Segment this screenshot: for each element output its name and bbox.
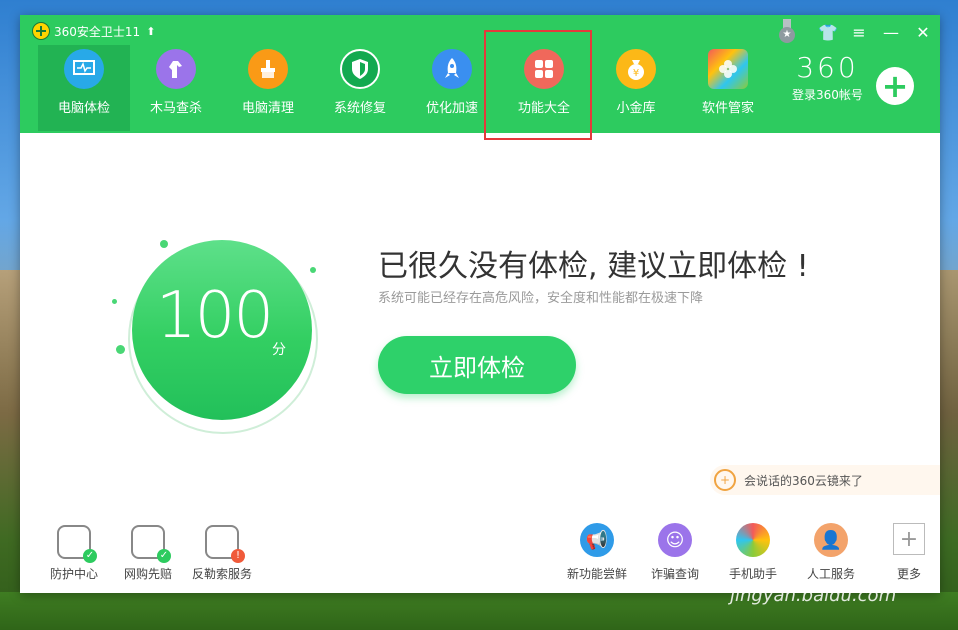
tool-label: 反勒索服务 — [192, 567, 253, 581]
account-area[interactable]: 360 登录360帐号 — [792, 51, 863, 103]
monitor-check-icon — [64, 49, 104, 89]
nav-item-repair[interactable]: 系统修复 — [314, 45, 406, 131]
app-logo-icon — [32, 22, 50, 40]
app-title-bar: 360安全卫士11 ⬆ — [32, 22, 155, 40]
nav-item-pc-check[interactable]: 电脑体检 — [38, 45, 130, 131]
tool-label: 更多 — [896, 567, 921, 581]
shield-icon — [340, 49, 380, 89]
menu-icon[interactable]: ≡ — [850, 23, 868, 42]
phone-flower-icon — [736, 523, 770, 557]
decor-dot — [310, 267, 316, 273]
tool-more[interactable]: + 更多 — [878, 523, 940, 582]
nav-item-trojan[interactable]: 木马查杀 — [130, 45, 222, 131]
money-bag-icon: ¥ — [616, 49, 656, 89]
cloud-tip-banner[interactable]: + 会说话的360云镜来了 — [710, 465, 940, 495]
nav-label: 小金库 — [616, 101, 656, 116]
score-value: 100 — [155, 279, 274, 353]
tool-protection-center[interactable]: ✓ 防护中心 — [44, 525, 104, 582]
decor-dot — [116, 345, 125, 354]
tool-label: 手机助手 — [728, 567, 777, 581]
skin-icon[interactable]: 👕 — [818, 23, 838, 42]
main-nav: 电脑体检 木马查杀 电脑清理 系统修复 优化加速 功能大全 ¥ 小金库 软件管家 — [38, 45, 774, 131]
login-link[interactable]: 登录360帐号 — [792, 86, 863, 103]
shield-alert-icon: ! — [205, 525, 245, 563]
nav-label: 系统修复 — [333, 101, 386, 116]
tool-label: 防护中心 — [49, 567, 98, 581]
tool-label: 网购先赔 — [123, 567, 172, 581]
score-unit: 分 — [272, 342, 286, 358]
check-prompt-title: 已很久没有体检, 建议立即体检 ! — [378, 249, 809, 284]
add-account-button[interactable]: + — [876, 67, 914, 105]
decor-dot — [160, 240, 168, 248]
window-controls: ★ 👕 ≡ — ✕ — [778, 19, 932, 45]
tool-fraud-check[interactable]: ☺ 诈骗查询 — [644, 523, 706, 582]
megaphone-icon: 📢 — [580, 523, 614, 557]
check-now-button[interactable]: 立即体检 — [378, 336, 576, 394]
tool-label: 新功能尝鲜 — [566, 567, 627, 581]
tool-human-service[interactable]: 👤 人工服务 — [800, 523, 862, 582]
nav-item-software[interactable]: 软件管家 — [682, 45, 774, 131]
nav-item-cleanup[interactable]: 电脑清理 — [222, 45, 314, 131]
cloud-tip-text: 会说话的360云镜来了 — [744, 473, 863, 488]
horse-icon — [156, 49, 196, 89]
flower-apps-icon — [708, 49, 748, 89]
shield-check-icon: ✓ — [57, 525, 97, 563]
minimize-icon[interactable]: — — [882, 23, 900, 42]
cart-icon: ✓ — [131, 525, 171, 563]
person-icon: 👤 — [814, 523, 848, 557]
svg-text:¥: ¥ — [633, 68, 639, 79]
rocket-icon — [432, 49, 472, 89]
app-title: 360安全卫士11 — [54, 24, 141, 39]
app-window: 360安全卫士11 ⬆ ★ 👕 ≡ — ✕ 电脑体检 木马查杀 电脑清理 系统修… — [20, 15, 940, 593]
up-arrow-icon[interactable]: ⬆ — [146, 25, 155, 38]
brand-360: 360 — [796, 51, 859, 84]
nav-item-vault[interactable]: ¥ 小金库 — [590, 45, 682, 131]
shield-plus-icon: + — [714, 469, 736, 491]
tool-label: 人工服务 — [806, 567, 855, 581]
tool-label: 诈骗查询 — [650, 567, 699, 581]
nav-label: 软件管家 — [701, 101, 754, 116]
mask-icon: ☺ — [658, 523, 692, 557]
nav-label: 电脑清理 — [241, 101, 294, 116]
tool-new-features[interactable]: 📢 新功能尝鲜 — [566, 523, 628, 582]
close-icon[interactable]: ✕ — [914, 23, 932, 42]
tool-shopping-compensation[interactable]: ✓ 网购先赔 — [118, 525, 178, 582]
medal-icon[interactable]: ★ — [778, 19, 796, 45]
check-prompt-subtitle: 系统可能已经存在高危风险，安全度和性能都在极速下降 — [378, 291, 704, 306]
nav-label: 电脑体检 — [57, 101, 110, 116]
bottom-left-tools: ✓ 防护中心 ✓ 网购先赔 ! 反勒索服务 — [44, 525, 252, 582]
tool-phone-assistant[interactable]: 手机助手 — [722, 523, 784, 582]
broom-icon — [248, 49, 288, 89]
nav-label: 优化加速 — [425, 101, 478, 116]
bottom-right-tools: 📢 新功能尝鲜 ☺ 诈骗查询 手机助手 👤 人工服务 + 更多 — [566, 523, 940, 582]
plus-icon: + — [893, 523, 925, 555]
decor-dot — [112, 299, 117, 304]
tool-anti-ransomware[interactable]: ! 反勒索服务 — [192, 525, 252, 582]
watermark: jingyan.baidu.com — [730, 585, 897, 606]
top-bar: 360安全卫士11 ⬆ ★ 👕 ≡ — ✕ 电脑体检 木马查杀 电脑清理 系统修… — [20, 15, 940, 133]
annotation-highlight-box — [484, 30, 592, 140]
nav-label: 木马查杀 — [149, 101, 202, 116]
